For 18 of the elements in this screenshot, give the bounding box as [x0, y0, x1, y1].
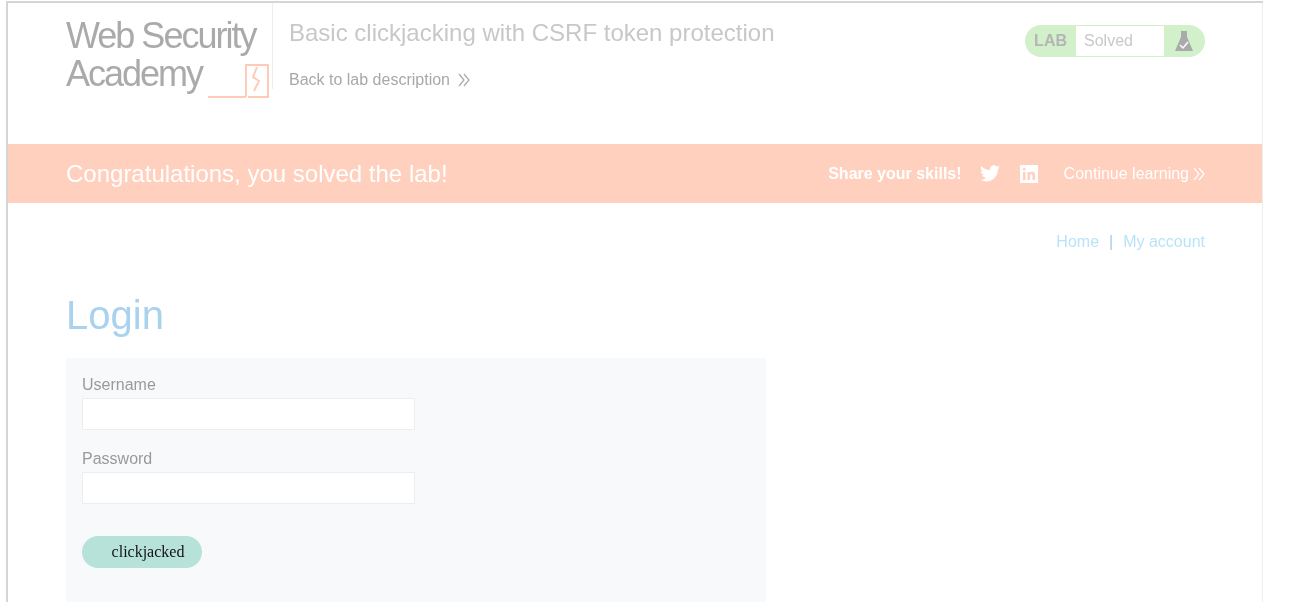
field-label: Username	[82, 376, 157, 394]
chevron-icon	[458, 73, 470, 87]
nav-separator: |	[1109, 233, 1114, 251]
back-link[interactable]: Back to lab description	[289, 71, 470, 89]
success-message: Congratulations, you solved the lab!	[66, 159, 449, 188]
field-label: Password	[82, 450, 154, 468]
decoy-button[interactable]: clickjacked	[82, 536, 202, 568]
twitter-icon[interactable]	[979, 165, 1000, 182]
my-account-link[interactable]: My account	[1123, 233, 1205, 251]
chevron-icon	[1193, 166, 1205, 181]
share-label: Share your skills!	[828, 164, 962, 183]
site-logo[interactable]: Web Security Academy	[66, 17, 260, 93]
lab-label: LAB	[1033, 31, 1068, 51]
home-link[interactable]: Home	[1056, 233, 1100, 251]
flask-icon	[1175, 30, 1193, 52]
continue-learning-link[interactable]: Continue learning	[1063, 164, 1205, 183]
page-heading: Login	[66, 293, 165, 338]
linkedin-icon[interactable]	[1019, 164, 1038, 183]
